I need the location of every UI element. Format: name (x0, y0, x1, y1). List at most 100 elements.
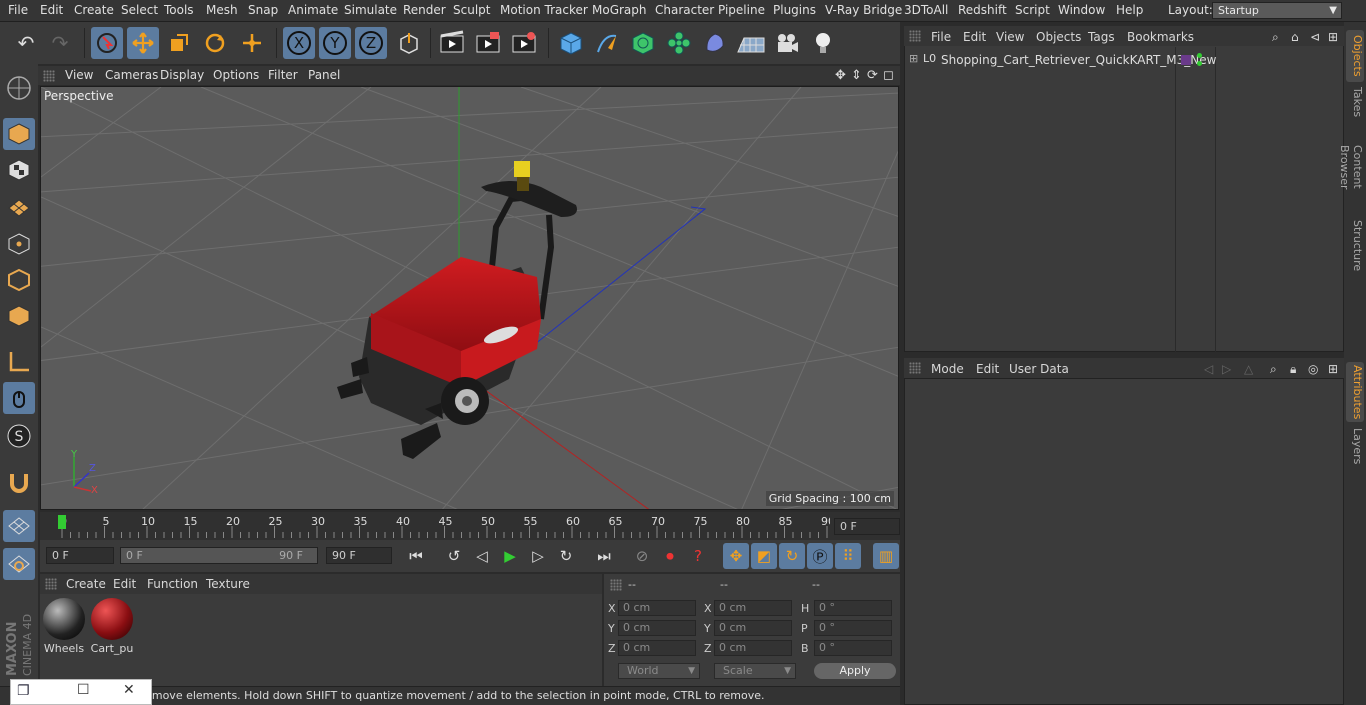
cube-primitive-icon[interactable] (555, 27, 587, 59)
key-pla-icon[interactable]: ⠿ (835, 543, 861, 569)
editor-visibility-dot[interactable] (1197, 53, 1202, 58)
cloner-icon[interactable] (663, 27, 695, 59)
search-icon[interactable]: ⌕ (1272, 30, 1279, 45)
position-z-field[interactable]: 0 cm (618, 640, 696, 656)
redo-icon[interactable]: ↷ (44, 27, 76, 59)
menu-mograph[interactable]: MoGraph (592, 3, 647, 17)
menu-script[interactable]: Script (1015, 3, 1050, 17)
rotate-view-icon[interactable]: ⟳ (867, 68, 878, 83)
attributes-menu-edit[interactable]: Edit (976, 362, 999, 376)
position-y-field[interactable]: 0 cm (618, 620, 696, 636)
playhead[interactable] (58, 515, 66, 529)
x-axis-lock-icon[interactable]: X (283, 27, 315, 59)
workplane-icon[interactable] (3, 190, 35, 222)
menu-select[interactable]: Select (121, 3, 158, 17)
material-menu-edit[interactable]: Edit (113, 577, 136, 591)
material-menu-function[interactable]: Function (147, 577, 198, 591)
deformer-icon[interactable] (699, 27, 731, 59)
timeline-window-icon[interactable]: ▥ (873, 543, 899, 569)
tab-structure[interactable]: Structure (1346, 218, 1364, 274)
key-position-icon[interactable]: ✥ (723, 543, 749, 569)
menu-mesh[interactable]: Mesh (206, 3, 238, 17)
select-tool-icon[interactable] (91, 27, 123, 59)
go-to-end-icon[interactable]: ⏭ (591, 543, 617, 569)
keyframe-selection-icon[interactable]: ? (685, 543, 711, 569)
pan-view-icon[interactable]: ✥ (835, 68, 846, 83)
spline-pen-icon[interactable] (591, 27, 623, 59)
object-row[interactable]: ⊞ L0 Shopping_Cart_Retriever_QuickKART_M… (905, 51, 1345, 71)
axis-mode-icon[interactable] (3, 346, 35, 378)
back-icon[interactable]: ⊲ (1310, 30, 1320, 44)
dolly-view-icon[interactable]: ⇕ (851, 68, 862, 83)
up-arrow-icon[interactable]: △ (1244, 362, 1253, 376)
back-arrow-icon[interactable]: ◁ (1204, 362, 1213, 376)
edges-mode-icon[interactable] (3, 264, 35, 296)
key-parameter-icon[interactable]: Ⓟ (807, 543, 833, 569)
render-view-icon[interactable] (436, 27, 468, 59)
transform-tool-icon[interactable] (236, 27, 268, 59)
workplane-axis-icon[interactable] (3, 548, 35, 580)
autokey-icon[interactable]: ⏺ (657, 543, 683, 569)
camera-icon[interactable] (771, 27, 803, 59)
tab-attributes[interactable]: Attributes (1346, 362, 1364, 422)
expand-icon[interactable]: ⊞ (909, 52, 918, 65)
viewport-menu-options[interactable]: Options (213, 68, 259, 82)
maximize-window-icon[interactable]: ☐ (77, 682, 90, 698)
tab-layers[interactable]: Layers (1346, 426, 1364, 466)
object-name[interactable]: Shopping_Cart_Retriever_QuickKART_M3_New (941, 53, 1216, 67)
menu-motion-tracker[interactable]: Motion Tracker (500, 3, 588, 17)
maximize-view-icon[interactable]: ◻ (883, 68, 894, 83)
menu-plugins[interactable]: Plugins (773, 3, 816, 17)
viewport-menu-filter[interactable]: Filter (268, 68, 298, 82)
objects-menu-edit[interactable]: Edit (963, 30, 986, 44)
menu-edit[interactable]: Edit (40, 3, 63, 17)
timeline-ruler[interactable]: 051015202530354045505560657075808590 0 F (40, 512, 900, 540)
frame-range-slider[interactable]: 0 F 90 F (120, 547, 318, 564)
menu-snap[interactable]: Snap (248, 3, 278, 17)
workplane-lock-icon[interactable] (3, 510, 35, 542)
coordinate-space-dropdown[interactable]: World ▼ (618, 663, 700, 679)
new-panel-icon[interactable]: ⊞ (1328, 362, 1338, 376)
material-menu-create[interactable]: Create (66, 577, 106, 591)
material-cart-pu[interactable]: Cart_pu (90, 598, 134, 655)
lock-icon[interactable]: 🔒︎ (1290, 362, 1296, 377)
attributes-menu-user-data[interactable]: User Data (1009, 362, 1069, 376)
menu-pipeline[interactable]: Pipeline (718, 3, 765, 17)
menu-tools[interactable]: Tools (164, 3, 194, 17)
search-icon[interactable]: ⌕ (1270, 362, 1277, 377)
record-active-icon[interactable]: ⊘ (629, 543, 655, 569)
magnet-icon[interactable] (3, 466, 35, 498)
render-picture-viewer-icon[interactable] (472, 27, 504, 59)
rotation-p-field[interactable]: 0 ° (814, 620, 892, 636)
render-settings-icon[interactable] (508, 27, 540, 59)
material-wheels[interactable]: Wheels (42, 598, 86, 655)
tab-objects[interactable]: Objects (1346, 30, 1364, 82)
material-menu-texture[interactable]: Texture (206, 577, 250, 591)
menu-help[interactable]: Help (1116, 3, 1143, 17)
y-axis-lock-icon[interactable]: Y (319, 27, 351, 59)
menu-redshift[interactable]: Redshift (958, 3, 1007, 17)
coordinate-system-icon[interactable] (393, 27, 425, 59)
tab-takes[interactable]: Takes (1346, 84, 1364, 120)
rotation-h-field[interactable]: 0 ° (814, 600, 892, 616)
play-icon[interactable]: ▶ (497, 543, 523, 569)
floor-icon[interactable] (735, 27, 767, 59)
forward-arrow-icon[interactable]: ▷ (1222, 362, 1231, 376)
layout-dropdown[interactable]: Startup ▼ (1212, 2, 1342, 19)
cart-model[interactable] (337, 161, 577, 459)
viewport-menu-cameras[interactable]: Cameras (105, 68, 158, 82)
menu-window[interactable]: Window (1058, 3, 1105, 17)
new-panel-icon[interactable]: ⊞ (1328, 30, 1338, 44)
start-frame-field[interactable]: 0 F (46, 547, 114, 564)
menu-character[interactable]: Character (655, 3, 714, 17)
close-window-icon[interactable]: ✕ (123, 682, 135, 698)
go-to-start-icon[interactable]: ⏮ (403, 543, 429, 569)
objects-menu-objects[interactable]: Objects (1036, 30, 1081, 44)
objects-menu-bookmarks[interactable]: Bookmarks (1127, 30, 1194, 44)
objects-menu-file[interactable]: File (931, 30, 951, 44)
apply-button[interactable]: Apply (814, 663, 896, 679)
polygons-mode-icon[interactable] (3, 300, 35, 332)
menu-render[interactable]: Render (403, 3, 446, 17)
viewport-menu-panel[interactable]: Panel (308, 68, 340, 82)
perspective-viewport[interactable]: Y Z X Perspective Grid Spacing : 100 cm (40, 86, 899, 510)
